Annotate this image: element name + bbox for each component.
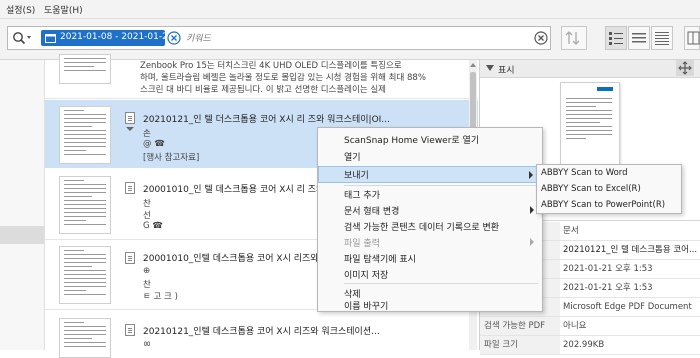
submenu-arrow-icon: [530, 238, 534, 246]
document-tag: [행사 참고자료]: [143, 153, 200, 163]
list-detail-icon: [609, 32, 623, 45]
panel-toggle-button[interactable]: [684, 26, 700, 50]
compact-list-icon: [655, 32, 669, 45]
sort-icon: [565, 31, 580, 45]
submenu-item-word[interactable]: ABBYY Scan to Word: [537, 166, 681, 182]
document-title: 20210121_인 텔 더스크톱용 코어 X시 리 즈와 워크스테이|OI..…: [143, 115, 390, 125]
sidebar-item[interactable]: [0, 88, 44, 106]
keyword-input[interactable]: [184, 30, 528, 47]
view-list-button[interactable]: [628, 26, 650, 50]
document-thumbnail: [59, 318, 111, 358]
zoom-button[interactable]: [676, 60, 694, 76]
document-icon: [125, 112, 135, 124]
detail-value: 문서: [563, 226, 579, 236]
list-item[interactable]: 20210121_인텔 데스크톱용 코어 X시 리즈와 워크스테이션... ㆀ: [45, 312, 478, 358]
clear-date-icon[interactable]: [167, 31, 181, 48]
document-thumbnail: [59, 176, 111, 234]
send-to-submenu: ABBYY Scan to Word ABBYY Scan to Excel(R…: [536, 164, 682, 214]
document-title: 20001010_인 텔 데스크톱용 코어 X시 리 즈와 워: [143, 185, 336, 195]
calendar-icon: [45, 34, 56, 43]
menu-item-rename[interactable]: 이름 바꾸기: [318, 297, 542, 314]
list-item[interactable]: Zenbook Pro 15는 터치스크린 4K UHD OLED 디스플레이를…: [45, 54, 478, 95]
collapse-icon[interactable]: [486, 65, 494, 72]
document-meta: 찬: [143, 199, 151, 209]
document-meta: ⊕: [143, 266, 151, 276]
snippet-line: 스크린 대 바디 비율로 제공됩니다. 이 밝고 선명한 디스플레이는 실제: [140, 85, 386, 95]
panel-header-title: 표시: [498, 66, 515, 76]
menu-item-show-in-explorer[interactable]: 파일 탐색기에 표시: [318, 250, 542, 267]
sidebar-item-selected[interactable]: [0, 226, 44, 244]
menu-item-change-doc-type[interactable]: 문서 형태 변경: [318, 202, 542, 219]
document-meta: ㅌ 고 크 ): [143, 292, 178, 302]
sort-button[interactable]: [561, 26, 587, 50]
document-title: 20210121_인텔 데스크톱용 코어 X시 리즈와 워크스테이션...: [143, 327, 380, 337]
detail-value[interactable]: 20210121_인 텔 데스크톱용 코어...: [563, 241, 697, 259]
menu-help[interactable]: 도움말(H): [44, 3, 83, 16]
document-icon: [125, 324, 135, 336]
date-range-chip[interactable]: 2021-01-08 - 2021-01-21: [41, 30, 174, 46]
expand-icon[interactable]: [125, 126, 135, 132]
detail-row: 파일 크기 202.99KB: [480, 336, 700, 355]
detail-value: 2021-01-21 오후 1:53: [563, 264, 653, 274]
menu-item-save-image[interactable]: 이미지 저장: [318, 266, 542, 283]
document-icon: [125, 182, 135, 194]
menu-item-send-to[interactable]: 보내기: [318, 166, 542, 183]
panel-header: 표시: [480, 60, 700, 78]
document-meta: 찬: [143, 280, 151, 290]
menu-separator: [344, 283, 538, 284]
detail-value: 2021-01-21 오후 1:53: [563, 283, 653, 293]
menu-settings[interactable]: 설정(S): [6, 3, 35, 16]
document-icon: [125, 252, 135, 264]
menubar: 설정(S) 도움말(H): [0, 0, 700, 19]
submenu-item-powerpoint[interactable]: ABBYY Scan to PowerPoint(R): [537, 198, 681, 214]
detail-row: 검색 가능한 PDF 아니요: [480, 317, 700, 336]
detail-label: 검색 가능한 PDF: [480, 317, 560, 335]
submenu-arrow-icon: [529, 171, 533, 179]
detail-label: 파일 크기: [480, 336, 560, 354]
document-thumbnail: [59, 54, 111, 84]
document-title: 20001010_인텔 데스크톱용 코어 X시 리즈와 워: [143, 254, 330, 264]
menu-item-add-tag[interactable]: 태그 추가: [318, 186, 542, 203]
document-thumbnail: [59, 106, 111, 164]
submenu-arrow-icon: [530, 206, 534, 214]
detail-value: 아니요: [563, 321, 587, 331]
clear-search-icon[interactable]: [534, 31, 548, 48]
view-list-detail-button[interactable]: [605, 26, 627, 50]
document-meta: G ☎: [143, 221, 163, 231]
search-icon[interactable]: [12, 31, 32, 48]
sidebar: [0, 60, 45, 350]
menu-item-open-viewer[interactable]: ScanSnap Home Viewer로 열기: [318, 131, 542, 148]
scroll-up-icon[interactable]: [469, 62, 477, 68]
document-thumbnail: [59, 246, 111, 304]
view-compact-button[interactable]: [651, 26, 673, 50]
list-icon: [632, 33, 646, 43]
detail-value: 202.99KB: [563, 340, 605, 350]
scrollbar-thumb[interactable]: [470, 72, 476, 132]
snippet-line: Zenbook Pro 15는 터치스크린 4K UHD OLED 디스플레이를…: [140, 61, 402, 71]
document-meta: @ ☎: [143, 139, 165, 149]
submenu-item-excel[interactable]: ABBYY Scan to Excel(R): [537, 182, 681, 198]
date-range-text: 2021-01-08 - 2021-01-21: [60, 32, 174, 42]
document-meta: 선: [143, 211, 151, 221]
menu-item-open[interactable]: 열기: [318, 148, 542, 165]
move-icon: [678, 61, 692, 75]
panel-icon: [687, 31, 700, 45]
menu-item-file-output: 파일 출력: [318, 234, 542, 251]
document-meta: ㆀ: [143, 340, 151, 350]
context-menu: ScanSnap Home Viewer로 열기 열기 보내기 태그 추가 문서…: [317, 127, 543, 312]
divider: [45, 98, 478, 99]
search-box[interactable]: 2021-01-08 - 2021-01-21: [7, 26, 551, 50]
document-meta: 손: [143, 129, 151, 139]
menu-item-convert-searchable[interactable]: 검색 가능한 콘텐츠 데이터 기록으로 변환: [318, 218, 542, 235]
page-preview: [560, 82, 620, 168]
snippet-line: 하며, 울트라슬림 베젤은 놀라울 정도로 몰입감 있는 시청 경험을 위해 최…: [140, 73, 426, 83]
detail-value: Microsoft Edge PDF Document: [563, 302, 692, 312]
